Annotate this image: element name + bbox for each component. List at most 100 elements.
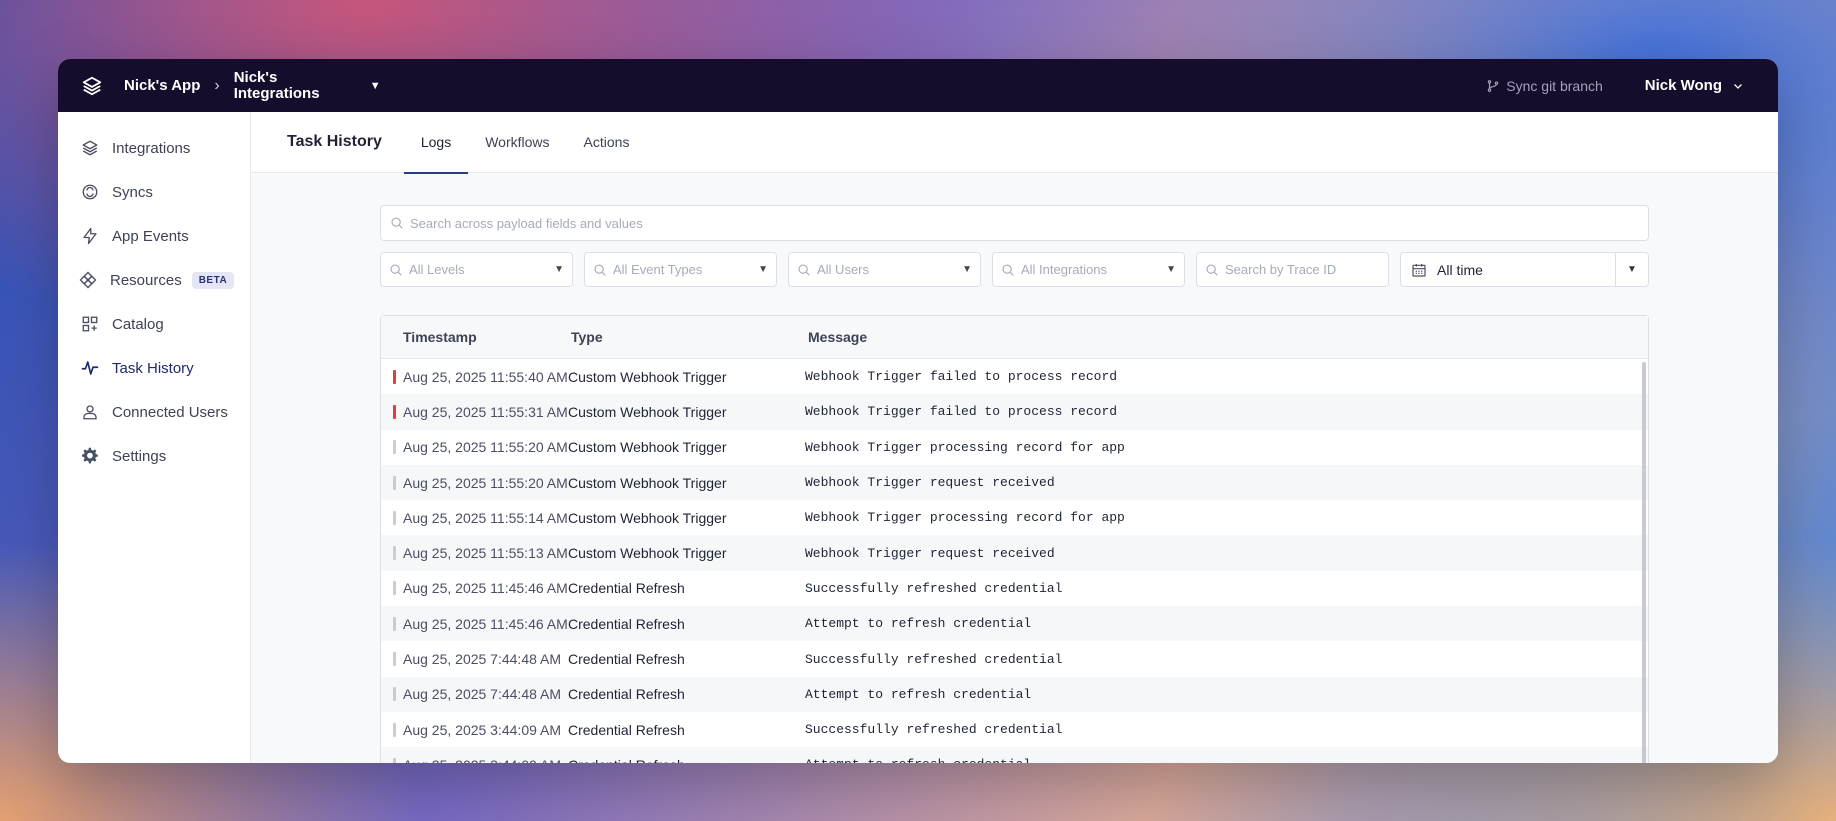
app-name[interactable]: Nick's App xyxy=(124,77,200,94)
sidebar-item-label: App Events xyxy=(112,227,189,245)
cell-timestamp: Aug 25, 2025 11:55:14 AM xyxy=(381,510,568,526)
timestamp-text: Aug 25, 2025 3:44:09 AM xyxy=(403,757,561,763)
sidebar-item-catalog[interactable]: Catalog xyxy=(58,302,250,346)
timestamp-text: Aug 25, 2025 11:55:40 AM xyxy=(403,368,568,385)
table-row[interactable]: Aug 25, 2025 11:55:20 AM Custom Webhook T… xyxy=(381,464,1648,501)
event-types-input[interactable] xyxy=(613,262,755,277)
app-logo-icon[interactable] xyxy=(80,74,104,98)
level-indicator xyxy=(393,404,396,419)
cell-timestamp: Aug 25, 2025 3:44:09 AM xyxy=(381,757,568,763)
level-indicator xyxy=(393,757,396,763)
table-row[interactable]: Aug 25, 2025 3:44:09 AM Credential Refres… xyxy=(381,747,1648,763)
calendar-icon xyxy=(1412,263,1426,277)
cell-type: Credential Refresh xyxy=(568,757,805,763)
levels-input[interactable] xyxy=(409,262,551,277)
bolt-icon xyxy=(81,227,99,245)
integrations-select[interactable]: ▼ xyxy=(992,252,1185,287)
table-row[interactable]: Aug 25, 2025 11:45:46 AM Credential Refre… xyxy=(381,571,1648,606)
payload-search-input[interactable] xyxy=(410,215,1648,231)
sidebar-item-label: Catalog xyxy=(112,315,164,333)
cell-type: Custom Webhook Trigger xyxy=(568,509,727,526)
sync-git-label: Sync git branch xyxy=(1506,77,1603,94)
table-row[interactable]: Aug 25, 2025 3:44:09 AM Credential Refres… xyxy=(381,712,1648,747)
cell-message: Webhook Trigger failed to process record xyxy=(805,369,1118,385)
cell-type: Custom Webhook Trigger xyxy=(568,439,727,456)
layers-icon xyxy=(81,139,99,157)
cell-timestamp: Aug 25, 2025 11:55:20 AM xyxy=(381,475,568,491)
levels-select[interactable]: ▼ xyxy=(380,252,573,287)
timestamp-text: Aug 25, 2025 11:55:13 AM xyxy=(403,545,568,562)
sidebar-item-resources[interactable]: Resources BETA xyxy=(58,258,250,302)
sidebar-item-label: Resources xyxy=(110,271,182,289)
top-bar: Nick's App › Nick's Integrations ▼ Sync … xyxy=(58,59,1778,112)
cell-message: Webhook Trigger processing record for ap… xyxy=(805,439,1125,455)
integration-name[interactable]: Nick's Integrations xyxy=(234,69,364,102)
table-row[interactable]: Aug 25, 2025 11:45:46 AM Credential Refre… xyxy=(381,606,1648,642)
sidebar-item-label: Task History xyxy=(112,359,194,377)
column-header-timestamp[interactable]: Timestamp xyxy=(381,329,571,345)
user-menu[interactable]: Nick Wong xyxy=(1645,77,1722,94)
table-row[interactable]: Aug 25, 2025 11:55:31 AM Custom Webhook T… xyxy=(381,394,1648,430)
caret-down-icon[interactable]: ▼ xyxy=(370,80,381,92)
time-range-value: All time xyxy=(1437,261,1483,278)
logs-table: Timestamp Type Message Aug 25, 2025 11:5… xyxy=(380,315,1649,763)
search-icon xyxy=(1206,263,1218,276)
sidebar-item-task-history[interactable]: Task History xyxy=(58,346,250,390)
table-row[interactable]: Aug 25, 2025 11:55:40 AM Custom Webhook T… xyxy=(381,359,1648,394)
timestamp-text: Aug 25, 2025 11:55:14 AM xyxy=(403,509,568,526)
tabs-bar: Task History Logs Workflows Actions xyxy=(251,112,1778,174)
column-header-type[interactable]: Type xyxy=(571,329,808,345)
table-header: Timestamp Type Message xyxy=(381,316,1648,359)
gear-icon xyxy=(81,447,99,465)
table-row[interactable]: Aug 25, 2025 7:44:48 AM Credential Refres… xyxy=(381,676,1648,712)
level-indicator xyxy=(393,616,396,631)
cell-type: Custom Webhook Trigger xyxy=(568,545,727,562)
search-icon xyxy=(798,263,810,276)
sidebar-item-integrations[interactable]: Integrations xyxy=(58,126,250,170)
chevron-right-icon: › xyxy=(214,76,220,94)
trace-id-search[interactable] xyxy=(1196,252,1389,287)
level-indicator xyxy=(393,475,396,490)
sidebar-item-settings[interactable]: Settings xyxy=(58,434,250,478)
table-body: Aug 25, 2025 11:55:40 AM Custom Webhook T… xyxy=(381,359,1648,763)
cell-message: Successfully refreshed credential xyxy=(805,580,1063,596)
caret-down-icon[interactable]: ▼ xyxy=(1166,264,1176,275)
sidebar-item-app-events[interactable]: App Events xyxy=(58,214,250,258)
caret-down-icon[interactable]: ▼ xyxy=(1615,253,1648,286)
level-indicator xyxy=(393,369,396,384)
column-header-message[interactable]: Message xyxy=(808,329,867,345)
cell-timestamp: Aug 25, 2025 11:55:13 AM xyxy=(381,545,568,561)
tab-logs[interactable]: Logs xyxy=(403,112,469,174)
chevron-down-icon[interactable] xyxy=(1732,80,1744,92)
caret-down-icon[interactable]: ▼ xyxy=(962,264,972,275)
level-indicator xyxy=(393,546,396,561)
table-scrollbar[interactable] xyxy=(1642,362,1646,763)
users-input[interactable] xyxy=(817,262,959,277)
caret-down-icon[interactable]: ▼ xyxy=(758,264,768,275)
table-row[interactable]: Aug 25, 2025 11:55:13 AM Custom Webhook T… xyxy=(381,535,1648,571)
tab-actions[interactable]: Actions xyxy=(567,112,647,173)
table-row[interactable]: Aug 25, 2025 11:55:20 AM Custom Webhook T… xyxy=(381,430,1648,465)
sidebar-item-label: Integrations xyxy=(112,139,191,157)
sidebar-item-syncs[interactable]: Syncs xyxy=(58,170,250,214)
git-branch-icon xyxy=(1488,79,1499,92)
integrations-input[interactable] xyxy=(1021,262,1163,277)
table-row[interactable]: Aug 25, 2025 7:44:48 AM Credential Refres… xyxy=(381,641,1648,676)
caret-down-icon[interactable]: ▼ xyxy=(554,264,564,275)
trace-id-input[interactable] xyxy=(1225,262,1380,277)
tab-workflows[interactable]: Workflows xyxy=(468,112,566,173)
timestamp-text: Aug 25, 2025 7:44:48 AM xyxy=(403,686,562,703)
sync-git-branch-button[interactable]: Sync git branch xyxy=(1486,78,1603,94)
sidebar-item-connected-users[interactable]: Connected Users xyxy=(58,390,250,434)
users-select[interactable]: ▼ xyxy=(788,252,981,287)
cell-message: Successfully refreshed credential xyxy=(805,722,1063,738)
timestamp-text: Aug 25, 2025 7:44:48 AM xyxy=(403,651,562,668)
cell-message: Webhook Trigger request received xyxy=(805,475,1055,491)
timestamp-text: Aug 25, 2025 11:45:46 AM xyxy=(403,580,568,597)
activity-icon xyxy=(81,359,99,377)
level-indicator xyxy=(393,581,396,596)
time-range-select[interactable]: All time ▼ xyxy=(1400,252,1649,287)
cell-timestamp: Aug 25, 2025 11:45:46 AM xyxy=(381,616,568,632)
event-types-select[interactable]: ▼ xyxy=(584,252,777,287)
table-row[interactable]: Aug 25, 2025 11:55:14 AM Custom Webhook T… xyxy=(381,500,1648,535)
